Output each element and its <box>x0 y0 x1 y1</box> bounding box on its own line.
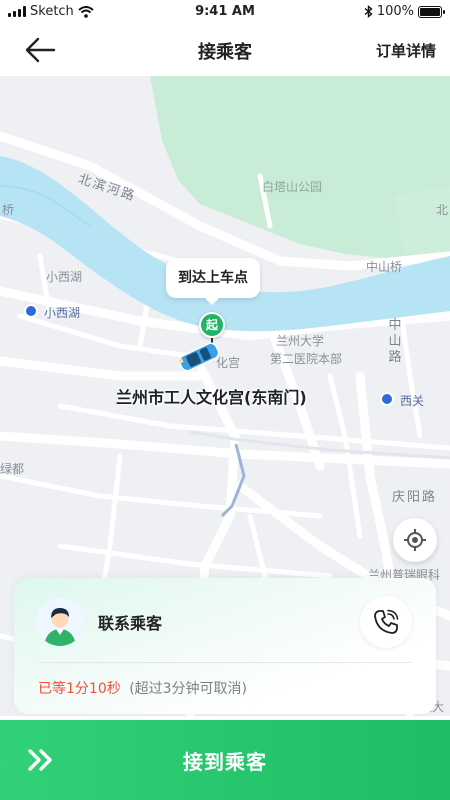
map-label-qingyang-road: 庆阳路 <box>392 490 438 505</box>
battery-fill <box>420 7 440 16</box>
crosshair-icon <box>404 529 426 551</box>
call-passenger-button[interactable] <box>360 596 412 648</box>
passenger-card: 联系乘客 已等1分10秒 (超过3分钟可取消) <box>14 578 436 714</box>
contact-passenger-label: 联系乘客 <box>98 614 163 633</box>
order-details-link[interactable]: 订单详情 <box>376 40 436 61</box>
pickup-passenger-label: 接到乘客 <box>183 750 267 774</box>
avatar <box>36 598 84 646</box>
locate-button[interactable] <box>393 518 437 562</box>
map-label-zhongshan-bridge: 中山桥 <box>366 260 403 274</box>
start-marker: 起 <box>199 312 225 338</box>
map-label-qiao-partial: 桥 <box>2 203 15 217</box>
pickup-place-label: 兰州市工人文化宫(东南门) <box>116 388 307 407</box>
battery-icon <box>418 5 445 18</box>
map-label-second-hospital: 第二医院本部 <box>270 352 343 366</box>
status-bar: Sketch 9:41 AM 100% <box>0 0 450 24</box>
car-icon <box>178 342 220 372</box>
status-right: 100% <box>364 4 445 19</box>
nav-bar: 接乘客 订单详情 <box>0 24 450 76</box>
map-label-baita-park: 白塔山公园 <box>262 180 323 194</box>
passenger-avatar-icon <box>36 598 84 646</box>
map-label-lanzhou-univ: 兰州大学 <box>276 334 325 348</box>
metro-icon <box>380 392 394 406</box>
wait-note: (超过3分钟可取消) <box>129 681 248 697</box>
bluetooth-icon <box>364 5 373 18</box>
map-label-xiguan: 西关 <box>400 394 425 408</box>
map-label-zhongshan-road: 中山路 <box>388 318 402 365</box>
wait-time: 已等1分10秒 <box>38 681 121 697</box>
metro-icon <box>24 304 38 318</box>
card-divider <box>38 662 412 663</box>
back-button[interactable] <box>24 36 58 64</box>
wait-status: 已等1分10秒 (超过3分钟可取消) <box>38 678 247 698</box>
map-label-xiaoxihu-2: 小西湖 <box>44 306 81 320</box>
phone-icon <box>374 609 399 634</box>
arrow-left-icon <box>25 37 56 63</box>
map-label-bei-partial: 北 <box>436 203 449 217</box>
pickup-callout: 到达上车点 <box>166 258 260 305</box>
map-label-lvdu: 绿都 <box>0 462 25 476</box>
pickup-passenger-button[interactable]: 接到乘客 <box>0 720 450 800</box>
battery-percent: 100% <box>376 4 414 19</box>
map-label-xiaoxihu-1: 小西湖 <box>46 270 83 284</box>
